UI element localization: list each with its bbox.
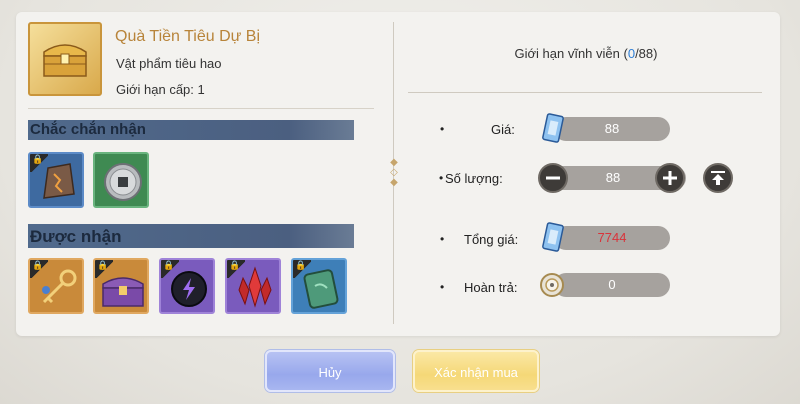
section-guaranteed-header: Chắc chắn nhận — [28, 120, 354, 140]
purchase-limit: Giới hạn vĩnh viễn (0/88) — [410, 46, 762, 61]
divider-ornament-icon: ◆ ◇ ◆ — [390, 157, 398, 188]
lock-icon: 🔒 — [30, 260, 48, 278]
coin-currency-icon — [540, 273, 564, 297]
item-icon-frame — [28, 22, 102, 96]
item-type: Vật phẩm tiêu hao — [116, 56, 222, 71]
refund-bullet: • — [440, 280, 445, 294]
lock-icon: 🔒 — [30, 154, 48, 172]
quantity-max-button[interactable] — [703, 163, 733, 193]
cancel-button[interactable]: Hủy — [265, 350, 395, 392]
section-possible-title: Được nhận — [30, 227, 122, 246]
quantity-bullet: • — [439, 171, 444, 185]
price-bullet: • — [440, 122, 445, 136]
price-label: Giá: — [491, 122, 515, 137]
limit-suffix: /88) — [635, 46, 658, 61]
silver-coin-icon — [104, 163, 142, 201]
max-arrow-up-icon — [711, 171, 725, 185]
limit-current: 0 — [627, 46, 636, 61]
reward-slot-jade-tablet[interactable]: 🔒 — [291, 258, 347, 314]
quantity-label: Số lượng: — [445, 171, 503, 186]
lock-icon: 🔒 — [227, 260, 245, 278]
refund-label: Hoàn trả: — [464, 280, 518, 295]
golden-chest-icon — [43, 44, 87, 77]
section-possible-header: Được nhận — [28, 224, 354, 248]
quantity-decrease-button[interactable] — [538, 163, 568, 193]
reward-slot-red-crystal[interactable]: 🔒 — [225, 258, 281, 314]
lock-icon: 🔒 — [293, 260, 311, 278]
limit-prefix: Giới hạn vĩnh viễn ( — [514, 46, 628, 61]
reward-slot-golden-key[interactable]: 🔒 — [28, 258, 84, 314]
total-label: Tổng giá: — [464, 232, 519, 247]
total-bullet: • — [440, 232, 445, 246]
item-level-limit: Giới hạn cấp: 1 — [116, 82, 205, 97]
confirm-purchase-button[interactable]: Xác nhận mua — [413, 350, 539, 392]
section-guaranteed-title: Chắc chắn nhận — [30, 121, 146, 138]
item-name: Quà Tiền Tiêu Dự Bị — [115, 28, 260, 45]
reward-slot-purple-chest[interactable]: 🔒 — [93, 258, 149, 314]
lock-icon: 🔒 — [161, 260, 179, 278]
blue-ticket-currency-icon — [542, 222, 564, 252]
right-separator — [408, 92, 762, 93]
reward-slot-silver-coin[interactable] — [93, 152, 149, 208]
left-separator — [28, 108, 374, 109]
reward-slot-purple-orb[interactable]: 🔒 — [159, 258, 215, 314]
minus-icon — [546, 176, 560, 180]
quantity-increase-button[interactable] — [655, 163, 685, 193]
refund-value: 0 — [554, 273, 670, 297]
price-value: 88 — [554, 117, 670, 141]
plus-icon — [663, 171, 677, 185]
lock-icon: 🔒 — [95, 260, 113, 278]
total-value: 7744 — [554, 226, 670, 250]
blue-ticket-currency-icon — [542, 113, 564, 143]
reward-slot-rune-stone[interactable]: 🔒 — [28, 152, 84, 208]
